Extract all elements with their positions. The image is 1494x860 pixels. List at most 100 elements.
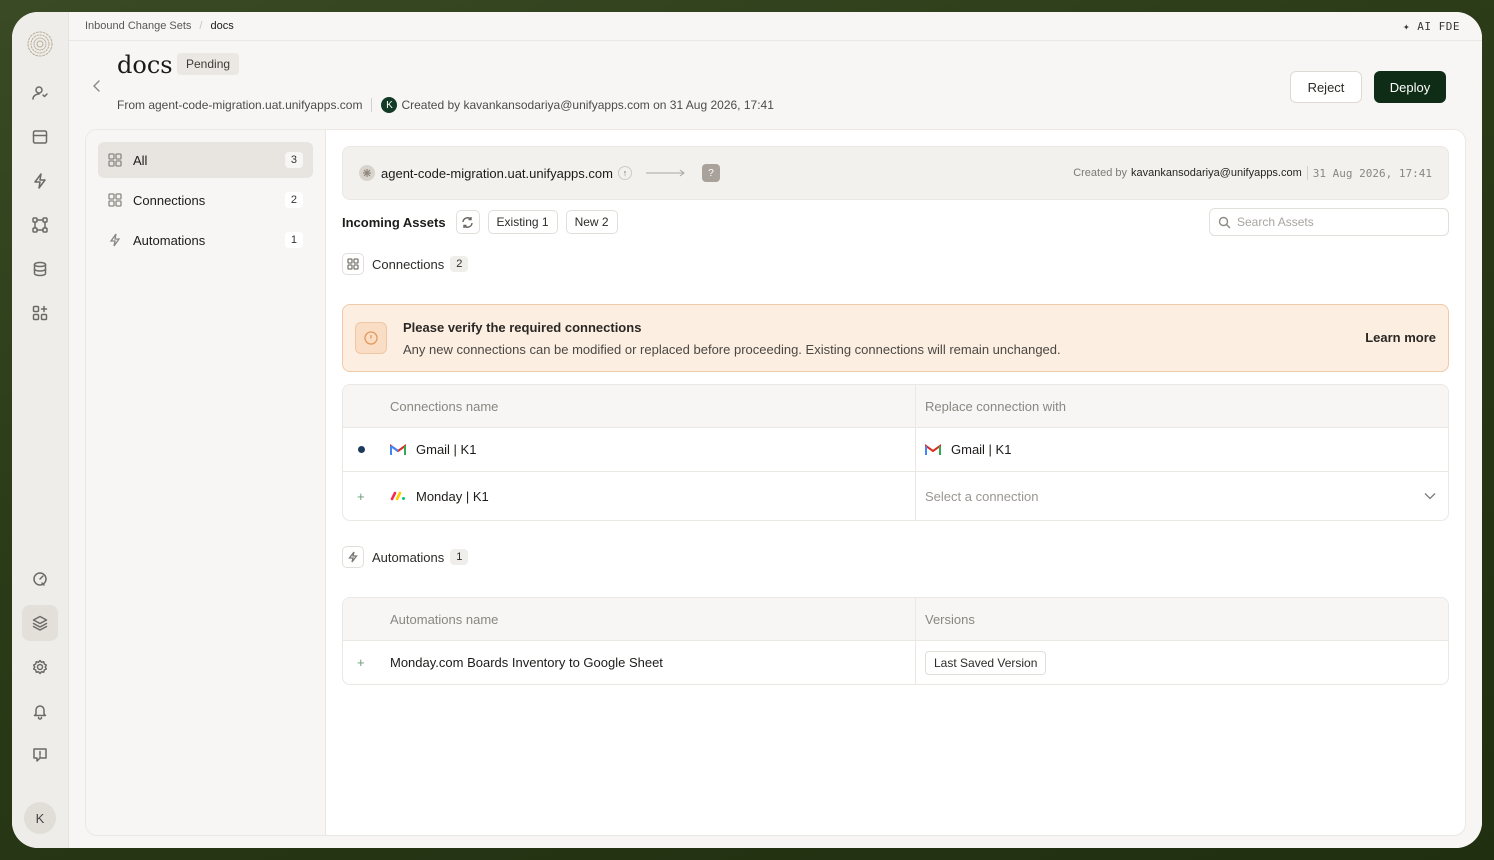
user-avatar[interactable]: K (24, 802, 56, 834)
status-badge: Pending (177, 53, 240, 75)
assets-pane: agent-code-migration.uat.unifyapps.com ↑… (326, 130, 1465, 835)
created-at: 31 Aug 2026, 17:41 (1312, 166, 1432, 180)
col-replace-with: Replace connection with (925, 398, 1066, 414)
database-icon[interactable] (22, 251, 58, 287)
existing-marker (358, 446, 365, 453)
app-window: K Inbound Change Sets / docs ✦ AI FDE do… (12, 12, 1482, 848)
table-row[interactable]: Gmail | K1 Gmail | K1 (343, 428, 1448, 472)
bell-icon[interactable] (22, 693, 58, 729)
change-sets-icon[interactable] (22, 605, 58, 641)
verify-connections-alert: Please verify the required connections A… (342, 304, 1449, 372)
search-placeholder: Search Assets (1237, 215, 1314, 229)
search-input[interactable]: Search Assets (1209, 208, 1449, 236)
created-label: Created by (1073, 167, 1128, 179)
back-chevron-icon[interactable] (91, 79, 103, 93)
source-env-name: agent-code-migration.uat.unifyapps.com (381, 165, 613, 181)
page-meta: From agent-code-migration.uat.unifyapps.… (117, 97, 774, 113)
refresh-button[interactable] (455, 210, 480, 234)
analytics-icon[interactable] (22, 561, 58, 597)
app-logo-icon[interactable] (25, 29, 55, 59)
page-header: docs Pending From agent-code-migration.u… (69, 41, 1482, 129)
source-text: From agent-code-migration.uat.unifyapps.… (117, 98, 363, 112)
connection-name: Gmail | K1 (416, 442, 477, 457)
lightning-icon (109, 233, 121, 247)
sidebar-item-label: Connections (133, 192, 206, 208)
lightning-icon[interactable] (22, 163, 58, 199)
migration-flow-card: agent-code-migration.uat.unifyapps.com ↑… (342, 146, 1449, 200)
reject-button[interactable]: Reject (1290, 71, 1362, 103)
section-count: 2 (450, 256, 469, 272)
deploy-button[interactable]: Deploy (1374, 71, 1446, 103)
main-area: Inbound Change Sets / docs ✦ AI FDE docs… (69, 12, 1482, 848)
sidebar-item-count: 3 (284, 152, 303, 168)
col-connections-name: Connections name (343, 385, 916, 427)
filter-existing[interactable]: Existing 1 (487, 210, 558, 234)
flow-divider (1306, 166, 1308, 180)
version-cell: Last Saved Version (916, 641, 1448, 684)
filter-new[interactable]: New 2 (565, 210, 618, 234)
automations-section-header: Automations 1 (342, 545, 469, 569)
lightning-icon (342, 546, 364, 568)
connection-name: Monday | K1 (416, 488, 489, 504)
breadcrumb-separator: / (199, 20, 203, 32)
automations-table: Automations name Versions + Monday.com B… (342, 597, 1449, 685)
table-row[interactable]: + Monday | K1 Select a connection (343, 472, 1448, 520)
select-connection-dropdown[interactable]: Select a connection (916, 472, 1448, 520)
info-icon (355, 322, 387, 354)
sidebar-item-automations[interactable]: Automations 1 (98, 222, 313, 258)
connections-section-header: Connections 2 (342, 252, 469, 276)
sidebar-item-label: All (133, 152, 148, 168)
connection-name-cell: Gmail | K1 (343, 428, 916, 471)
connection-name-cell: + Monday | K1 (343, 472, 916, 520)
assets-toolbar: Incoming Assets Existing 1 New 2 Search … (342, 208, 1449, 236)
refresh-icon (462, 216, 473, 228)
search-icon (1218, 216, 1231, 228)
table-icon[interactable] (22, 119, 58, 155)
ai-fde-button[interactable]: ✦ AI FDE (1403, 20, 1460, 33)
table-header: Connections name Replace connection with (343, 385, 1448, 428)
section-title: Automations (372, 549, 445, 565)
apps-add-icon[interactable] (22, 295, 58, 331)
gmail-icon (925, 443, 941, 455)
replace-connection-name: Gmail | K1 (951, 442, 1012, 457)
grid-icon (108, 153, 122, 167)
left-rail: K (12, 12, 69, 848)
feedback-icon[interactable] (22, 737, 58, 773)
automation-name-cell: + Monday.com Boards Inventory to Google … (343, 641, 916, 684)
created-text: Created by kavankansodariya@unifyapps.co… (401, 98, 774, 112)
version-select[interactable]: Last Saved Version (925, 650, 1047, 675)
grid-icon (342, 253, 364, 275)
page-title: docs (117, 51, 173, 79)
section-title: Connections (372, 256, 445, 272)
connections-table: Connections name Replace connection with… (342, 384, 1449, 521)
source-env-icon (359, 165, 375, 181)
meta-divider (371, 98, 373, 112)
settings-gear-icon[interactable] (22, 649, 58, 685)
user-manage-icon[interactable] (22, 75, 58, 111)
created-by: kavankansodariya@unifyapps.com (1131, 167, 1302, 179)
sidebar-item-count: 2 (284, 192, 303, 208)
col-versions: Versions (925, 611, 975, 627)
content-card: All 3 Connections 2 Automations 1 agent-… (85, 129, 1466, 836)
chevron-down-icon (1424, 493, 1436, 500)
new-marker: + (357, 488, 365, 504)
breadcrumb: Inbound Change Sets / docs ✦ AI FDE (69, 12, 1482, 41)
breadcrumb-current: docs (210, 20, 234, 32)
alert-text: Any new connections can be modified or r… (403, 342, 1061, 357)
section-count: 1 (450, 549, 469, 565)
alert-title: Please verify the required connections (403, 320, 642, 335)
sidebar-item-label: Automations (133, 232, 206, 248)
upload-env-icon: ↑ (617, 166, 632, 180)
new-marker: + (357, 655, 365, 670)
replace-cell: Gmail | K1 (916, 428, 1448, 471)
table-row[interactable]: + Monday.com Boards Inventory to Google … (343, 641, 1448, 684)
workflow-nodes-icon[interactable] (22, 207, 58, 243)
learn-more-link[interactable]: Learn more (1365, 330, 1436, 345)
grid-icon (108, 193, 122, 207)
breadcrumb-parent[interactable]: Inbound Change Sets (85, 20, 191, 32)
incoming-assets-label: Incoming Assets (342, 214, 446, 230)
sidebar-item-all[interactable]: All 3 (98, 142, 313, 178)
arrow-right-icon (645, 169, 685, 177)
col-automations-name: Automations name (343, 598, 916, 640)
sidebar-item-connections[interactable]: Connections 2 (98, 182, 313, 218)
